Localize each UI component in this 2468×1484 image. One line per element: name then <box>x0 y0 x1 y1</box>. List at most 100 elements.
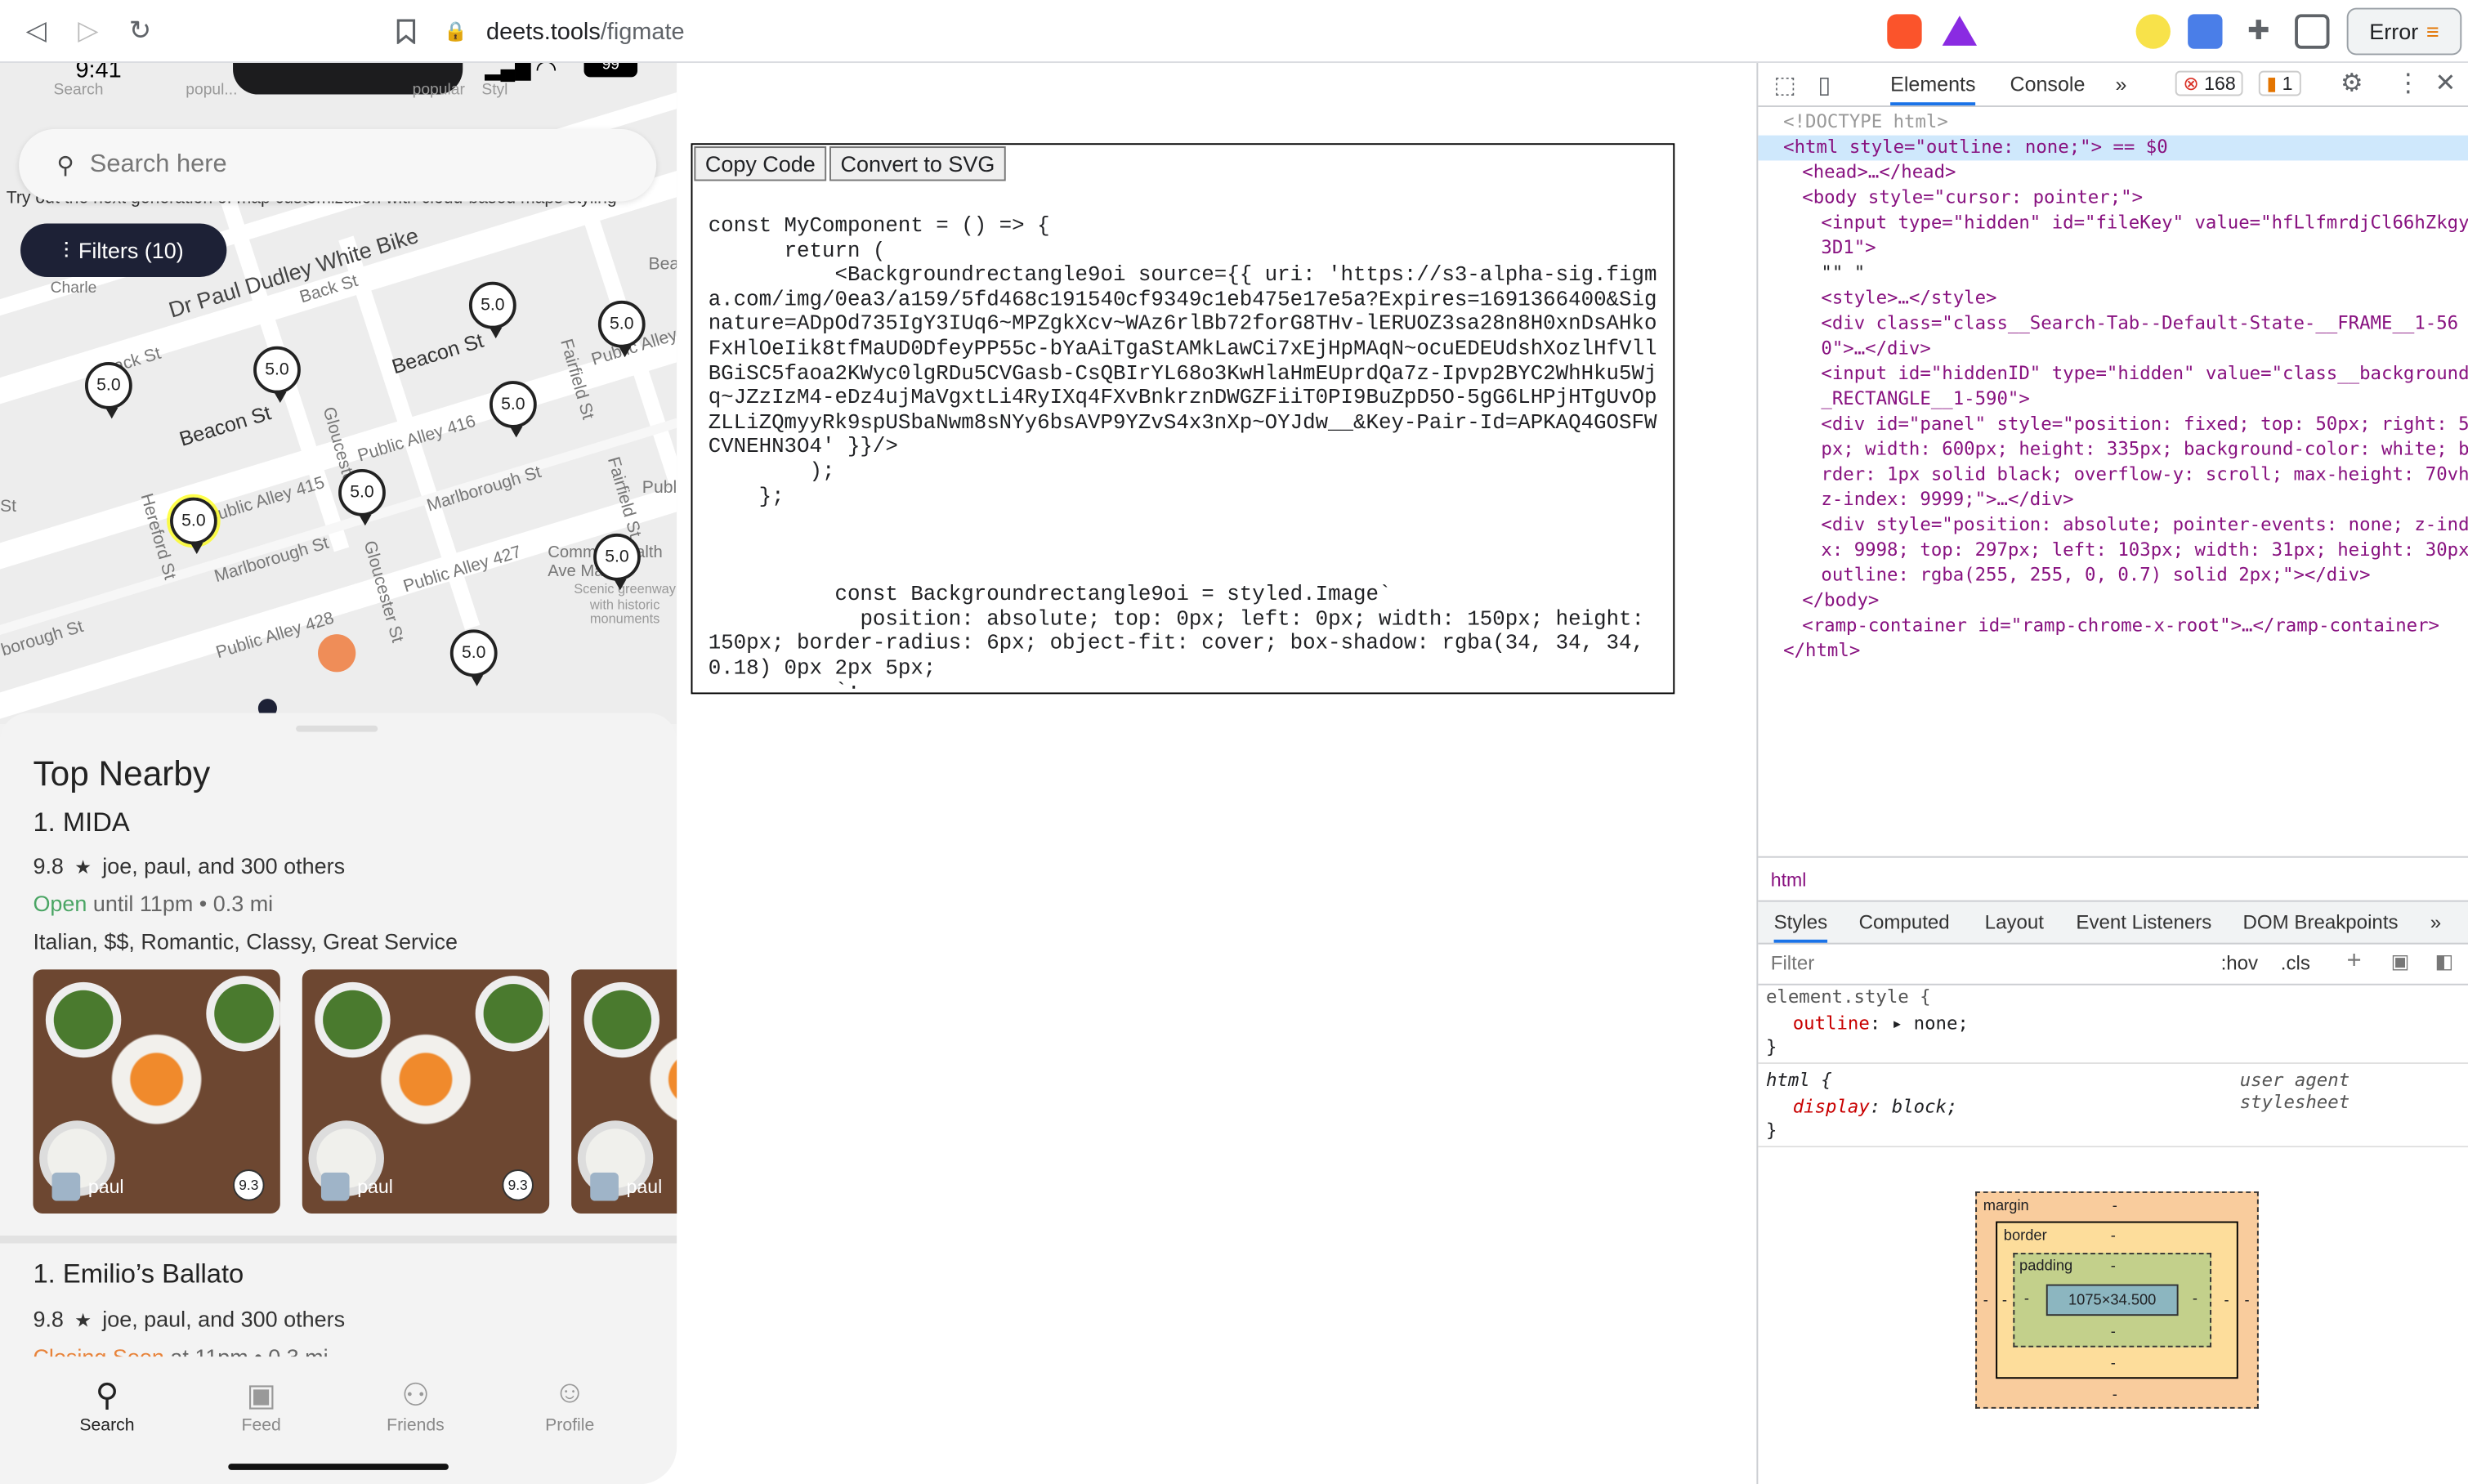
profile-error-button[interactable]: Error ≡ <box>2346 7 2462 56</box>
map-pin[interactable]: 5.0 <box>85 361 132 419</box>
code-block[interactable]: const MyComponent = () => { return ( <Ba… <box>709 216 1661 693</box>
dom-node[interactable]: outline: rgba(255, 255, 0, 0.7) solid 2p… <box>1758 564 2468 588</box>
place-hours: until 11pm • 0.3 mi <box>92 891 274 916</box>
copy-code-button[interactable]: Copy Code <box>694 146 827 181</box>
map-pin[interactable]: 5.0 <box>597 300 646 358</box>
more-tabs-icon[interactable]: » <box>2116 73 2127 96</box>
extension-icon[interactable] <box>2135 14 2171 49</box>
dom-node[interactable]: z-index: 9999;">…</div> <box>1758 488 2468 512</box>
dom-node[interactable]: <div style="position: absolute; pointer-… <box>1758 513 2468 538</box>
tab-profile[interactable]: ☺ Profile <box>522 1375 617 1435</box>
tab-label: Search <box>79 1416 135 1436</box>
rule-declaration[interactable]: outline: ▸ none; <box>1793 1012 1969 1034</box>
dom-node[interactable]: x: 9998; top: 297px; left: 103px; width:… <box>1758 539 2468 563</box>
close-icon[interactable]: ✕ <box>2435 68 2457 100</box>
tab-styles[interactable]: Styles <box>1773 911 1828 943</box>
place-name[interactable]: 1. Emilio’s Ballato <box>33 1259 244 1291</box>
brave-rewards-icon[interactable] <box>1942 16 1978 46</box>
tab-computed[interactable]: Computed <box>1859 911 1950 933</box>
dom-node[interactable]: <style>…</style> <box>1758 287 2468 311</box>
dom-node[interactable]: <ramp-container id="ramp-chrome-x-root">… <box>1758 614 2468 638</box>
tab-friends[interactable]: ⚇ Friends <box>369 1375 463 1435</box>
styles-filter-input[interactable]: Filter <box>1771 952 1815 974</box>
box-model-diagram[interactable]: margin - - - - border - - - - padding - … <box>1975 1191 2259 1409</box>
dom-node[interactable]: px; width: 600px; height: 335px; backgro… <box>1758 437 2468 462</box>
margin-right-value: - <box>2244 1292 2250 1310</box>
inspect-icon[interactable]: ⬚ <box>1774 71 1796 100</box>
css-property: outline <box>1792 1012 1870 1035</box>
error-count-badge[interactable]: ⊗ 168 <box>2175 70 2244 96</box>
map-pin[interactable]: 5.0 <box>489 381 537 438</box>
translate-icon[interactable] <box>2188 14 2223 49</box>
tab-console[interactable]: Console <box>2010 73 2086 96</box>
search-input[interactable]: ⚲ Search here <box>19 128 657 202</box>
tab-layout[interactable]: Layout <box>1985 911 2044 933</box>
brave-shield-icon[interactable] <box>1887 14 1922 49</box>
kebab-menu-icon[interactable]: ⋮ <box>2395 68 2421 100</box>
map-pin[interactable]: 5.0 <box>449 629 498 686</box>
convert-to-svg-button[interactable]: Convert to SVG <box>829 146 1006 181</box>
map[interactable]: Dr Paul Dudley White Bike Back St Beacon… <box>0 63 677 724</box>
more-tabs-icon[interactable]: » <box>2430 911 2441 933</box>
dom-node[interactable]: <div class="class__Search-Tab--Default-S… <box>1758 311 2468 336</box>
dom-node[interactable]: <head>…</head> <box>1758 160 2468 185</box>
dom-node[interactable]: 3D1"> <box>1758 236 2468 261</box>
dom-node[interactable]: "" " <box>1758 261 2468 286</box>
nearby-sheet[interactable]: Top Nearby 1. MIDA 9.8 ★ joe, paul, and … <box>0 713 677 1359</box>
settings-gear-icon[interactable]: ⚙ <box>2341 68 2363 100</box>
menu-icon: ≡ <box>2426 19 2439 44</box>
border-label: border <box>2003 1227 2047 1245</box>
place-photo[interactable]: paul <box>571 969 677 1214</box>
bookmark-icon[interactable] <box>387 12 425 50</box>
hov-toggle[interactable]: :hov <box>2221 952 2259 974</box>
dom-node[interactable]: </html> <box>1758 639 2468 664</box>
paint-icon[interactable]: ▣ <box>2391 949 2410 972</box>
tab-search[interactable]: ⚲ Search <box>60 1375 154 1435</box>
tab-elements[interactable]: Elements <box>1890 73 1976 106</box>
breadcrumb[interactable]: html <box>1758 856 2468 901</box>
map-pin-selected[interactable]: 5.0 <box>167 494 221 554</box>
map-pin[interactable]: 5.0 <box>593 533 641 591</box>
section-divider <box>0 1235 677 1244</box>
extensions-puzzle-icon[interactable]: ✚ <box>2240 12 2278 50</box>
dom-node-selected[interactable]: <html style="outline: none;"> == $0 <box>1758 135 2468 160</box>
back-icon[interactable]: ◁ <box>17 12 55 50</box>
place-photo[interactable]: paul 9.3 <box>302 969 550 1214</box>
tab-feed[interactable]: ▣ Feed <box>214 1375 309 1435</box>
code-panel[interactable]: Copy Code Convert to SVG const MyCompone… <box>691 143 1675 695</box>
wallet-icon[interactable] <box>2295 14 2330 49</box>
dom-node[interactable]: <!DOCTYPE html> <box>1758 110 2468 135</box>
dom-node[interactable]: <input type="hidden" id="fileKey" value=… <box>1758 211 2468 235</box>
add-rule-icon[interactable]: + <box>2347 947 2362 976</box>
map-pin[interactable]: 5.0 <box>253 346 301 404</box>
dom-node[interactable]: 0">…</div> <box>1758 337 2468 361</box>
dom-node[interactable]: <body style="cursor: pointer;"> <box>1758 186 2468 210</box>
box-model-content[interactable]: 1075×34.500 <box>2045 1284 2179 1316</box>
rule-divider <box>1758 1146 2468 1148</box>
sidebar-toggle-icon[interactable]: ◧ <box>2435 949 2454 972</box>
dom-node[interactable]: rder: 1px solid black; overflow-y: scrol… <box>1758 463 2468 487</box>
dom-node[interactable]: </body> <box>1758 588 2468 613</box>
dom-node[interactable]: <div id="panel" style="position: fixed; … <box>1758 413 2468 437</box>
box-model-padding[interactable]: padding - - - - 1075×34.500 <box>2013 1253 2212 1348</box>
border-top-value: - <box>2110 1227 2116 1245</box>
map-pin[interactable]: 5.0 <box>468 281 516 339</box>
margin-label: margin <box>1983 1197 2029 1215</box>
forward-icon[interactable]: ▷ <box>69 12 107 50</box>
dom-node[interactable]: _RECTANGLE__1-590"> <box>1758 387 2468 412</box>
map-pin[interactable]: 5.0 <box>338 468 386 526</box>
tab-dom-breakpoints[interactable]: DOM Breakpoints <box>2243 911 2399 933</box>
warning-count-badge[interactable]: ▮ 1 <box>2258 70 2301 96</box>
reload-icon[interactable]: ↻ <box>121 12 159 50</box>
place-photo[interactable]: paul 9.3 <box>33 969 280 1214</box>
box-model-border[interactable]: border - - - - padding - - - - 1075×34.5… <box>1996 1221 2238 1379</box>
tab-event-listeners[interactable]: Event Listeners <box>2076 911 2211 933</box>
address-bar[interactable]: 🔒 deets.tools/figmate <box>444 10 1986 54</box>
cls-toggle[interactable]: .cls <box>2281 952 2310 974</box>
place-name[interactable]: 1. MIDA <box>33 807 129 839</box>
device-toggle-icon[interactable]: ▯ <box>1818 71 1831 100</box>
filters-button[interactable]: ⫶ Filters (10) <box>20 223 227 277</box>
sheet-handle[interactable] <box>296 725 378 732</box>
rule-close: } <box>1765 1035 1777 1058</box>
dom-node[interactable]: <input id="hiddenID" type="hidden" value… <box>1758 362 2468 387</box>
